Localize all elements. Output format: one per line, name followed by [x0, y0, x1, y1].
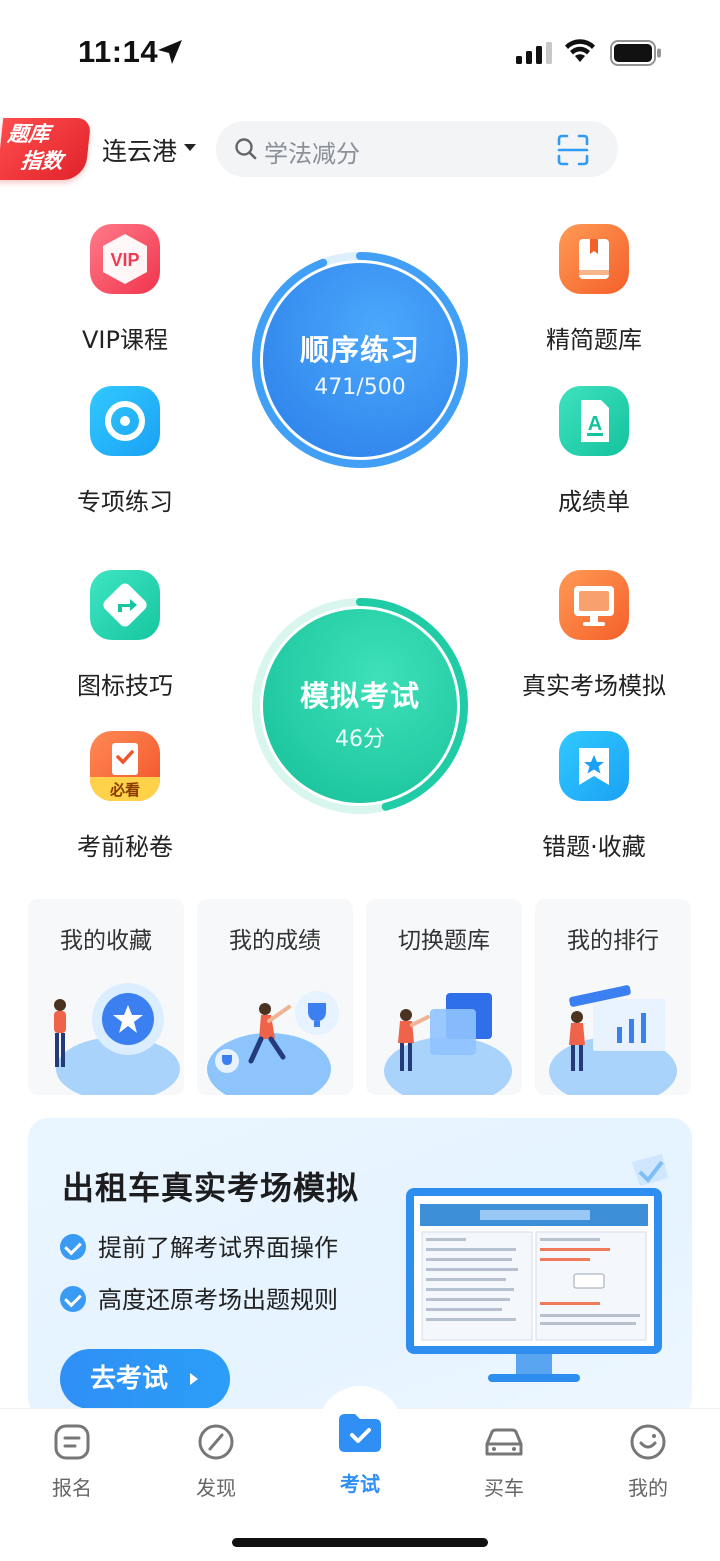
- tab-label: 发现: [196, 1476, 236, 1500]
- grid-item-pre-exam-paper[interactable]: 必看 考前秘卷: [50, 731, 200, 862]
- tab-label: 报名: [52, 1476, 92, 1500]
- tab-exam[interactable]: 考试: [310, 1408, 410, 1497]
- wifi-icon: [565, 39, 595, 62]
- sign-tips-label: 图标技巧: [77, 672, 173, 700]
- grid-item-sign-tips[interactable]: 图标技巧: [50, 570, 200, 701]
- status-bar: 11:14: [0, 0, 720, 100]
- ranking-illustration-icon: [549, 985, 677, 1095]
- tab-profile[interactable]: 我的: [598, 1422, 698, 1501]
- grid-item-special-practice[interactable]: 专项练习: [50, 386, 200, 517]
- taxi-exam-sim-banner[interactable]: 出租车真实考场模拟 提前了解考试界面操作 高度还原考场出题规则 去考试: [28, 1118, 692, 1418]
- check-circle-icon: [60, 1234, 86, 1260]
- search-placeholder: 学法减分: [264, 140, 360, 168]
- practice-title: 顺序练习: [299, 333, 420, 367]
- badge-line2: 指数: [19, 149, 64, 173]
- banner-title: 出租车真实考场模拟: [62, 1169, 360, 1207]
- card-title: 切换题库: [398, 928, 490, 954]
- question-bank-index-badge[interactable]: 题库 指数: [0, 118, 92, 180]
- tab-signup[interactable]: 报名: [22, 1422, 122, 1501]
- vip-course-label: VIP课程: [82, 326, 168, 354]
- play-arrow-icon: [190, 1373, 198, 1385]
- special-practice-label: 专项练习: [77, 488, 173, 516]
- mistakes-favorites-label: 错题·收藏: [542, 833, 646, 861]
- card-my-favorites[interactable]: 我的收藏: [28, 899, 184, 1095]
- badge-line1: 题库: [6, 122, 51, 146]
- banner-feature: 提前了解考试界面操作: [60, 1228, 338, 1263]
- battery-icon: [610, 40, 661, 66]
- tab-label: 我的: [628, 1476, 668, 1500]
- vip-icon: VIP: [90, 224, 160, 294]
- car-icon: [485, 1428, 523, 1456]
- check-circle-icon: [60, 1286, 86, 1312]
- grid-item-concise-bank[interactable]: 精简题库: [519, 224, 669, 355]
- exam-circle-core: 模拟考试 46分: [263, 609, 457, 803]
- tab-label: 买车: [484, 1476, 524, 1500]
- target-icon: [90, 386, 160, 456]
- real-exam-sim-label: 真实考场模拟: [522, 672, 666, 700]
- sequential-practice-button[interactable]: 顺序练习 471/500: [248, 248, 472, 472]
- card-title: 我的收藏: [60, 928, 152, 954]
- exam-score-text: 46分: [335, 727, 385, 752]
- secret-paper-icon: 必看: [90, 731, 160, 801]
- mock-exam-button[interactable]: 模拟考试 46分: [248, 594, 472, 818]
- scan-icon[interactable]: [556, 133, 590, 167]
- concise-bank-label: 精简题库: [546, 326, 642, 354]
- report-card-label: 成绩单: [558, 488, 630, 516]
- search-bar[interactable]: 学法减分: [216, 121, 618, 177]
- star-bookmark-icon: [559, 731, 629, 801]
- compass-icon: [198, 1424, 234, 1460]
- practice-progress-text: 471/500: [314, 375, 406, 400]
- grid-item-report-card[interactable]: A 成绩单: [519, 386, 669, 517]
- pre-exam-paper-label: 考前秘卷: [77, 833, 173, 861]
- card-my-ranking[interactable]: 我的排行: [535, 899, 691, 1095]
- exam-folder-icon: [339, 1414, 381, 1452]
- search-icon: [235, 138, 257, 160]
- location-arrow-icon: [158, 40, 182, 64]
- card-title: 我的成绩: [229, 928, 321, 954]
- grid-item-real-exam-sim[interactable]: 真实考场模拟: [519, 570, 669, 701]
- book-icon: [559, 224, 629, 294]
- tab-buy-car[interactable]: 买车: [454, 1422, 554, 1501]
- caret-down-icon[interactable]: [184, 144, 196, 151]
- svg-text:VIP: VIP: [110, 250, 139, 270]
- practice-circle-core: 顺序练习 471/500: [263, 263, 457, 457]
- scores-illustration-icon: [207, 991, 339, 1095]
- svg-text:A: A: [588, 413, 602, 435]
- road-sign-icon: [90, 570, 160, 640]
- grid-item-vip-course[interactable]: VIP VIP课程: [50, 224, 200, 355]
- favorites-illustration-icon: [54, 983, 180, 1095]
- report-icon: A: [559, 386, 629, 456]
- banner-feature: 高度还原考场出题规则: [60, 1280, 338, 1315]
- must-see-badge: 必看: [109, 781, 140, 799]
- grid-item-mistakes-favorites[interactable]: 错题·收藏: [519, 731, 669, 862]
- status-time: 11:14: [78, 34, 159, 69]
- signup-icon: [54, 1424, 90, 1460]
- tab-label: 考试: [340, 1472, 380, 1496]
- monitor-icon: [559, 570, 629, 640]
- card-my-scores[interactable]: 我的成绩: [197, 899, 353, 1095]
- go-exam-button[interactable]: 去考试: [60, 1349, 230, 1409]
- tab-discover[interactable]: 发现: [166, 1422, 266, 1501]
- card-title: 我的排行: [567, 928, 659, 954]
- profile-icon: [630, 1424, 666, 1460]
- exam-title: 模拟考试: [299, 679, 420, 713]
- city-selector[interactable]: 连云港: [102, 132, 177, 168]
- home-indicator: [232, 1538, 488, 1547]
- switch-bank-illustration-icon: [384, 993, 512, 1095]
- exam-monitor-illustration-icon: [406, 1154, 668, 1382]
- cellular-signal-icon: [516, 42, 552, 64]
- card-switch-bank[interactable]: 切换题库: [366, 899, 522, 1095]
